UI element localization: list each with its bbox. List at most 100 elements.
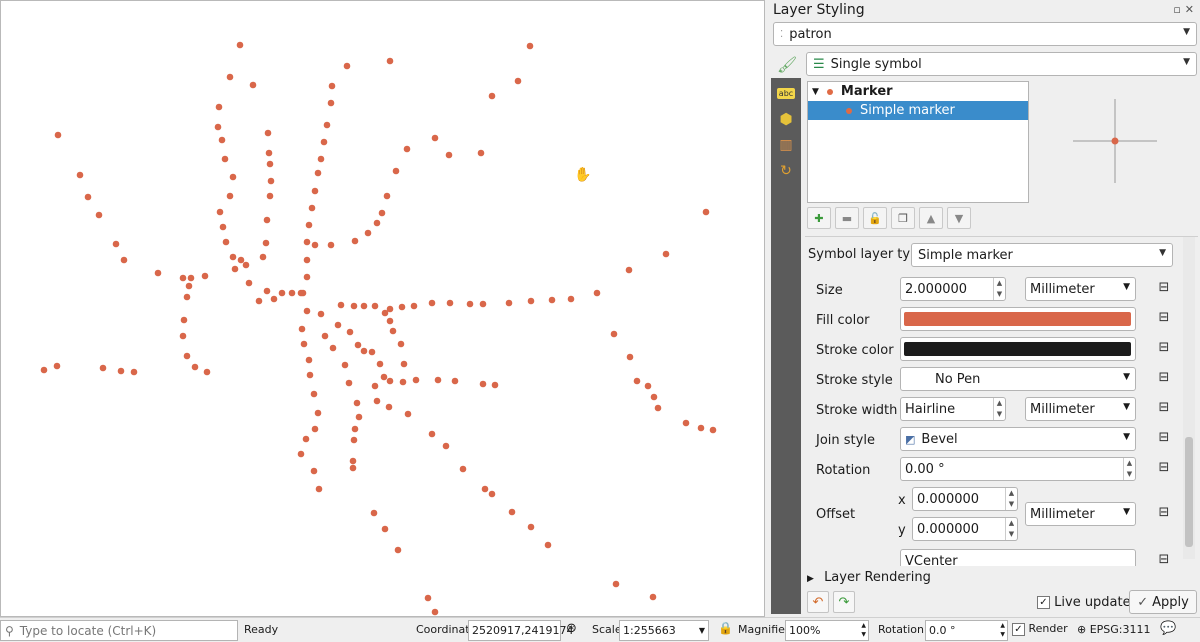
checkbox-checked-icon[interactable]: ✓ [1037, 596, 1050, 609]
symbol-properties: Symbol layer type Simple marker ▼ Size 2… [805, 236, 1198, 566]
magnifier-spinbox[interactable]: 100% ▲ ▼ [785, 620, 869, 641]
stroke-width-label: Stroke width [816, 403, 898, 418]
spin-arrows-icon[interactable]: ▲ ▼ [1005, 518, 1017, 540]
tree-item-marker[interactable]: ▼ Marker [808, 82, 1028, 101]
fill-color-swatch [904, 312, 1131, 326]
data-defined-override-icon[interactable]: ⊟ [1154, 460, 1174, 480]
apply-button[interactable]: ✓ Apply [1129, 590, 1197, 614]
stroke-style-label: Stroke style [816, 373, 893, 388]
expand-arrow-icon[interactable]: ▼ [812, 87, 819, 97]
map-point-feature [479, 300, 487, 308]
live-update-toggle[interactable]: ✓ Live update [1037, 595, 1131, 610]
map-point-feature [451, 377, 459, 385]
anchor-select[interactable]: VCenter [900, 549, 1136, 566]
map-point-feature [264, 129, 272, 137]
spin-arrows-icon[interactable]: ▲ ▼ [993, 398, 1005, 420]
offset-label: Offset [816, 507, 856, 522]
map-point-feature [226, 73, 234, 81]
join-style-select[interactable]: ◩ Bevel ▼ [900, 427, 1136, 451]
render-toggle[interactable]: ✓ Render [1012, 622, 1068, 636]
data-defined-override-icon[interactable]: ⊟ [1154, 340, 1174, 360]
labels-tab-icon[interactable]: abc [771, 80, 801, 106]
data-defined-override-icon[interactable]: ⊟ [1154, 400, 1174, 420]
move-down-icon[interactable]: ▼ [947, 207, 971, 229]
map-point-feature [349, 457, 357, 465]
data-defined-override-icon[interactable]: ⊟ [1154, 552, 1174, 566]
map-point-feature [350, 302, 358, 310]
redo-icon[interactable]: ↷ [833, 591, 855, 613]
stroke-width-unit-select[interactable]: Millimeter ▼ [1025, 397, 1136, 421]
data-defined-override-icon[interactable]: ⊟ [1154, 310, 1174, 330]
3d-view-tab-icon[interactable]: ⬢ [771, 106, 801, 132]
map-point-feature [180, 316, 188, 324]
data-defined-override-icon[interactable]: ⊟ [1154, 370, 1174, 390]
crs-button[interactable]: ⊕ EPSG:3111 [1077, 623, 1151, 636]
map-point-feature [259, 253, 267, 261]
offset-x-spinbox[interactable]: 0.000000 ▲ ▼ [912, 487, 1018, 511]
checkbox-checked-icon[interactable]: ✓ [1012, 622, 1025, 636]
map-point-feature [649, 593, 657, 601]
map-point-feature [130, 368, 138, 376]
remove-layer-icon[interactable]: ▬ [835, 207, 859, 229]
offset-y-spinbox[interactable]: 0.000000 ▲ ▼ [912, 517, 1018, 541]
layer-rendering-section[interactable]: ▶ Layer Rendering [807, 570, 931, 585]
offset-unit-select[interactable]: Millimeter ▼ [1025, 502, 1136, 526]
stroke-style-row: Stroke style No Pen ▼ ⊟ [805, 367, 1181, 395]
map-canvas[interactable]: ✋ [0, 0, 765, 617]
scale-select[interactable]: 1:255663 ▼ [619, 620, 709, 641]
size-unit-select[interactable]: Millimeter ▼ [1025, 277, 1136, 301]
stroke-color-button[interactable] [900, 337, 1136, 361]
map-point-feature [215, 103, 223, 111]
spin-arrows-icon[interactable]: ▲ ▼ [1005, 488, 1017, 510]
history-tab-icon[interactable]: ↻ [771, 158, 801, 184]
fill-color-button[interactable] [900, 307, 1136, 331]
map-rotation-spinbox[interactable]: 0.0 ° ▲ ▼ [925, 620, 1008, 641]
collapse-arrow-icon[interactable]: ▶ [807, 574, 814, 584]
symbol-layer-tree[interactable]: ▼ Marker Simple marker [807, 81, 1029, 203]
rotation-spinbox[interactable]: 0.00 ° ▲ ▼ [900, 457, 1136, 481]
data-defined-override-icon[interactable]: ⊟ [1154, 430, 1174, 450]
move-up-icon[interactable]: ▲ [919, 207, 943, 229]
scrollbar-thumb[interactable] [1185, 437, 1193, 547]
spin-arrows-icon[interactable]: ▲ ▼ [861, 621, 866, 639]
lock-layer-icon[interactable]: 🔓 [863, 207, 887, 229]
chevron-down-icon: ▼ [698, 626, 705, 635]
renderer-selector[interactable]: ☰ Single symbol ▼ [806, 52, 1197, 76]
locator-search-input[interactable]: ⚲ Type to locate (Ctrl+K) [0, 620, 238, 641]
map-point-feature [376, 360, 384, 368]
messages-icon[interactable]: 💬 [1160, 621, 1176, 636]
data-defined-override-icon[interactable]: ⊟ [1154, 505, 1174, 525]
paint-brush-icon[interactable]: 🖌 [777, 55, 799, 75]
spin-arrows-icon[interactable]: ▲ ▼ [1000, 621, 1005, 639]
properties-scrollbar[interactable] [1183, 237, 1195, 559]
stroke-style-value: No Pen [935, 371, 981, 387]
spin-arrows-icon[interactable]: ▲ ▼ [1123, 458, 1135, 480]
toggle-extents-icon[interactable]: ⊛ [566, 621, 577, 636]
layer-selector[interactable]: ⁚ patron ▼ [773, 22, 1197, 46]
add-layer-icon[interactable]: ✚ [807, 207, 831, 229]
lock-scale-icon[interactable]: 🔒 [718, 621, 733, 635]
spin-arrows-icon[interactable]: ▲ ▼ [993, 278, 1005, 300]
diagrams-tab-icon[interactable]: ▥ [771, 132, 801, 158]
undo-icon[interactable]: ↶ [807, 591, 829, 613]
data-defined-override-icon[interactable]: ⊟ [1154, 280, 1174, 300]
symbol-layer-type-select[interactable]: Simple marker ▼ [911, 243, 1173, 267]
duplicate-layer-icon[interactable]: ❐ [891, 207, 915, 229]
stroke-color-swatch [904, 342, 1131, 356]
pan-hand-cursor-icon: ✋ [574, 167, 592, 183]
map-point-feature [479, 380, 487, 388]
map-point-feature [245, 279, 253, 287]
map-point-feature [249, 81, 257, 89]
coordinate-field[interactable]: 2520917,2419174 [468, 620, 573, 641]
panel-float-close-icons[interactable]: ▫✕ [1173, 3, 1198, 16]
stroke-width-spinbox[interactable]: Hairline ▲ ▼ [900, 397, 1006, 421]
map-point-feature [431, 134, 439, 142]
map-point-feature [231, 265, 239, 273]
tree-item-simple-marker[interactable]: Simple marker [808, 101, 1028, 120]
map-point-feature [179, 274, 187, 282]
size-spinbox[interactable]: 2.000000 ▲ ▼ [900, 277, 1006, 301]
stroke-style-select[interactable]: No Pen ▼ [900, 367, 1136, 391]
map-point-feature [255, 297, 263, 305]
status-message: Ready [244, 623, 279, 636]
map-point-feature [40, 366, 48, 374]
